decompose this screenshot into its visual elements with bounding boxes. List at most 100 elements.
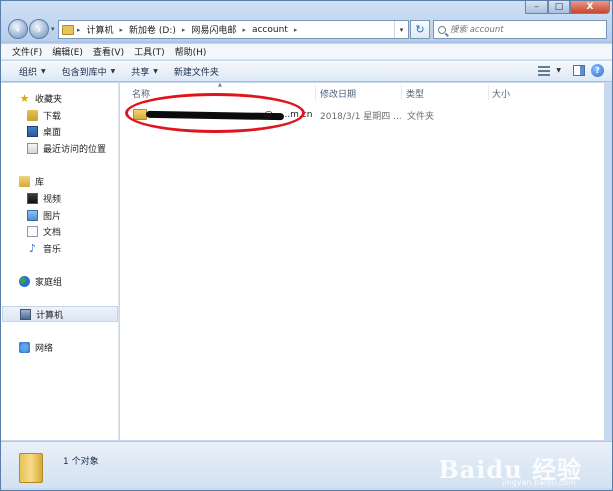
new-folder-label: 新建文件夹 [173, 67, 219, 78]
menu-file[interactable]: 文件(F) [7, 44, 47, 59]
sidebar-item-pictures[interactable]: 图片 [27, 208, 61, 222]
sort-ascending-icon: ▲ [218, 82, 222, 88]
sidebar-item-documents[interactable]: 文档 [27, 224, 61, 238]
recent-places-icon [27, 142, 38, 154]
sidebar-item-favorites[interactable]: ★ 收藏夹 [19, 91, 62, 105]
forward-button[interactable]: › [29, 19, 49, 39]
chevron-down-icon: ▼ [153, 67, 158, 75]
column-divider[interactable] [488, 85, 489, 100]
sidebar-item-label: 网络 [35, 343, 54, 354]
computer-icon [20, 308, 31, 320]
column-divider[interactable] [315, 85, 316, 100]
close-button[interactable]: X [570, 1, 610, 14]
include-in-library-label: 包含到库中 [61, 67, 107, 78]
views-icon[interactable] [538, 65, 551, 76]
desktop-icon [27, 125, 38, 137]
address-history-dropdown[interactable]: ▾ [394, 21, 408, 38]
sidebar-item-label: 图片 [43, 211, 62, 222]
column-header-size[interactable]: 大小 [492, 87, 510, 100]
sidebar-item-desktop[interactable]: 桌面 [27, 124, 61, 138]
include-in-library-button[interactable]: 包含到库中 ▼ [54, 61, 124, 81]
sidebar-item-label: 桌面 [43, 127, 62, 138]
sidebar-item-label: 视频 [43, 194, 62, 205]
chevron-right-icon[interactable]: ▸ [179, 26, 189, 34]
folder-icon [19, 453, 43, 483]
chevron-right-icon[interactable]: ▸ [74, 26, 84, 34]
breadcrumb-mail-app[interactable]: 网易闪电邮 [188, 21, 239, 38]
highlight-circle [125, 93, 305, 133]
refresh-icon: ↻ [415, 23, 425, 36]
sidebar-item-computer[interactable]: 计算机 [2, 306, 118, 322]
sidebar-item-libraries[interactable]: 库 [19, 174, 44, 188]
breadcrumb-account[interactable]: account [249, 21, 291, 38]
breadcrumb-drive-d[interactable]: 新加卷 (D:) [126, 21, 179, 38]
download-folder-icon [27, 109, 38, 121]
organize-label: 组织 [19, 67, 38, 78]
chevron-right-icon[interactable]: ▸ [291, 26, 301, 34]
item-count: 1 个对象 [63, 457, 99, 467]
sidebar-item-music[interactable]: ♪ 音乐 [27, 241, 61, 255]
document-icon [27, 225, 38, 237]
folder-icon [62, 24, 74, 35]
preview-pane-icon[interactable] [573, 65, 585, 76]
menu-bar: 文件(F) 编辑(E) 查看(V) 工具(T) 帮助(H) [1, 43, 612, 60]
sidebar-item-label: 家庭组 [35, 277, 63, 288]
help-icon[interactable]: ? [591, 64, 604, 77]
sidebar-item-label: 文档 [43, 227, 62, 238]
window-controls: – □ X [525, 1, 610, 15]
star-icon: ★ [19, 91, 30, 105]
back-button[interactable]: ‹ [8, 19, 28, 39]
network-icon [19, 341, 30, 353]
sidebar-item-label: 收藏夹 [35, 94, 63, 105]
menu-tools[interactable]: 工具(T) [129, 44, 170, 59]
new-folder-button[interactable]: 新建文件夹 [166, 61, 227, 81]
file-type: 文件夹 [407, 111, 435, 122]
address-bar[interactable]: ▸ 计算机 ▸ 新加卷 (D:) ▸ 网易闪电邮 ▸ account ▸ ▾ [58, 20, 409, 39]
chevron-down-icon: ▼ [41, 67, 46, 75]
chevron-right-icon[interactable]: ▸ [239, 26, 249, 34]
search-box[interactable] [433, 20, 607, 39]
watermark-url: jingyan.baidu.com [502, 478, 576, 487]
recent-pages-dropdown[interactable]: ▾ [51, 25, 55, 33]
explorer-window: ‹ › ▾ ▸ 计算机 ▸ 新加卷 (D:) ▸ 网易闪电邮 ▸ account… [0, 0, 613, 491]
chevron-right-icon[interactable]: ▸ [117, 26, 127, 34]
share-label: 共享 [131, 67, 150, 78]
maximize-button[interactable]: □ [548, 1, 570, 14]
sidebar-item-label: 下载 [43, 111, 62, 122]
file-list: ▲ 名称 修改日期 类型 大小 @......m.cn 2018/3/1 星期四… [120, 82, 604, 440]
column-header-type[interactable]: 类型 [406, 87, 424, 100]
column-divider[interactable] [401, 85, 402, 100]
details-pane: 1 个对象 Baidu 经验 jingyan.baidu.com [1, 441, 612, 488]
picture-icon [27, 209, 38, 221]
video-icon [27, 192, 38, 204]
navigation-bar: ‹ › ▾ ▸ 计算机 ▸ 新加卷 (D:) ▸ 网易闪电邮 ▸ account… [1, 1, 612, 41]
menu-view[interactable]: 查看(V) [88, 44, 129, 59]
search-input[interactable] [450, 24, 600, 35]
sidebar-item-recent[interactable]: 最近访问的位置 [27, 141, 106, 155]
minimize-button[interactable]: – [525, 1, 548, 14]
sidebar-item-label: 音乐 [43, 244, 62, 255]
breadcrumb-computer[interactable]: 计算机 [84, 21, 117, 38]
library-icon [19, 175, 30, 187]
column-header-name[interactable]: 名称 [132, 87, 150, 100]
sidebar-item-network[interactable]: 网络 [19, 340, 53, 354]
navigation-pane: ★ 收藏夹 下载 桌面 最近访问的位置 库 视频 图片 文档 ♪ 音乐 家庭组 … [1, 83, 119, 440]
file-date: 2018/3/1 星期四 ... [320, 111, 402, 122]
refresh-button[interactable]: ↻ [410, 20, 430, 39]
sidebar-item-downloads[interactable]: 下载 [27, 108, 61, 122]
sidebar-item-homegroup[interactable]: 家庭组 [19, 274, 62, 288]
share-button[interactable]: 共享 ▼ [123, 61, 166, 81]
organize-button[interactable]: 组织 ▼ [11, 61, 54, 81]
chevron-down-icon[interactable]: ▼ [556, 67, 561, 74]
sidebar-item-label: 计算机 [36, 310, 64, 321]
sidebar-item-label: 最近访问的位置 [43, 144, 107, 155]
search-icon [438, 25, 446, 34]
menu-edit[interactable]: 编辑(E) [47, 44, 88, 59]
column-header-date[interactable]: 修改日期 [320, 87, 356, 100]
command-bar: 组织 ▼ 包含到库中 ▼ 共享 ▼ 新建文件夹 ▼ ? [1, 61, 612, 82]
sidebar-item-label: 库 [35, 177, 45, 188]
music-note-icon: ♪ [28, 241, 37, 255]
menu-help[interactable]: 帮助(H) [170, 44, 212, 59]
sidebar-item-videos[interactable]: 视频 [27, 191, 61, 205]
chevron-down-icon: ▼ [110, 67, 116, 75]
